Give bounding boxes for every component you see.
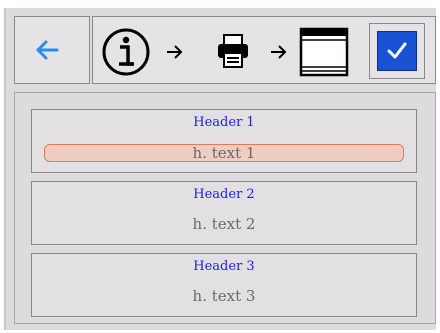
section-text[interactable]: h. text 3 [44, 287, 404, 305]
confirm-checkbox[interactable] [369, 23, 425, 79]
section-1[interactable]: Header 1 h. text 1 [31, 109, 417, 173]
checkmark-icon [387, 42, 407, 59]
section-header: Header 2 [193, 187, 255, 202]
section-header: Header 1 [193, 115, 255, 130]
left-arrow-icon [36, 40, 59, 60]
info-icon[interactable] [101, 27, 151, 77]
back-button[interactable] [14, 16, 90, 84]
section-text[interactable]: h. text 2 [44, 215, 404, 233]
section-text[interactable]: h. text 1 [44, 144, 404, 162]
right-arrow-icon [167, 45, 183, 59]
content-panel: Header 1 h. text 1 Header 2 h. text 2 He… [14, 92, 436, 324]
action-chain [92, 16, 436, 84]
window-icon[interactable] [299, 27, 349, 77]
checkbox-fill [377, 31, 417, 71]
app-window: Header 1 h. text 1 Header 2 h. text 2 He… [4, 8, 436, 330]
section-3[interactable]: Header 3 h. text 3 [31, 253, 417, 317]
section-header: Header 3 [193, 259, 255, 274]
section-2[interactable]: Header 2 h. text 2 [31, 181, 417, 245]
right-arrow-icon [271, 45, 287, 59]
printer-icon[interactable] [213, 31, 253, 71]
